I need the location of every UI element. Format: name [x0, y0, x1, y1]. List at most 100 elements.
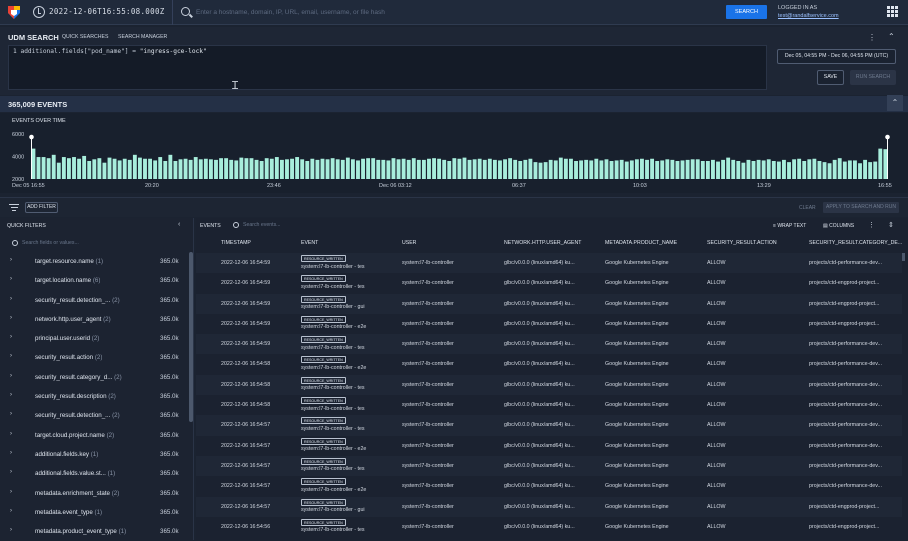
chart-bar[interactable]: [746, 159, 751, 179]
chart-bar[interactable]: [508, 158, 513, 179]
chevron-right-icon[interactable]: ›: [10, 527, 12, 533]
chart-bar[interactable]: [569, 158, 573, 179]
columns-button[interactable]: ▤ COLUMNS: [823, 223, 854, 229]
chart-bar[interactable]: [721, 159, 726, 179]
chart-bar[interactable]: [736, 161, 741, 179]
table-row[interactable]: 2022-12-06 16:54:57 RESOURCE_WRITTEN syste…: [196, 436, 902, 456]
chevron-right-icon[interactable]: ›: [10, 450, 12, 456]
chevron-left-icon[interactable]: ‹: [178, 221, 180, 228]
chevron-right-icon[interactable]: ›: [10, 489, 12, 495]
chart-bar[interactable]: [406, 159, 411, 179]
chart-bar[interactable]: [122, 158, 127, 179]
quick-filter-item[interactable]: › security_result.detection_... (2) 365.0k: [0, 406, 188, 425]
chart-bar[interactable]: [148, 158, 153, 179]
add-filter-button[interactable]: ADD FILTER: [25, 202, 58, 213]
chart-bar[interactable]: [558, 157, 563, 179]
table-row[interactable]: 2022-12-06 16:54:57 RESOURCE_WRITTEN syste…: [196, 415, 902, 436]
chart-bar[interactable]: [771, 161, 776, 179]
chart-bar[interactable]: [609, 161, 614, 179]
query-line[interactable]: 1 additional.fields["pod_name"] = "ingre…: [13, 48, 207, 55]
chart-bar[interactable]: [680, 160, 685, 179]
chevron-right-icon[interactable]: ›: [10, 469, 12, 475]
chart-bar[interactable]: [878, 148, 883, 179]
chart-bar[interactable]: [264, 158, 269, 179]
chart-bar[interactable]: [863, 159, 868, 179]
tab-events[interactable]: EVENTS: [200, 223, 221, 229]
chart-bar[interactable]: [335, 159, 340, 179]
chart-bar[interactable]: [538, 162, 543, 179]
range-handle[interactable]: [29, 134, 34, 140]
datetime-display[interactable]: 2022-12-06T16:55:08.000Z: [49, 7, 165, 16]
events-over-time-chart[interactable]: 600040002000Dec 05 16:55 20:20 23:46 Dec 06…: [0, 125, 908, 193]
query-editor[interactable]: 1 additional.fields["pod_name"] = "ingre…: [8, 45, 767, 90]
chart-bar[interactable]: [137, 157, 142, 179]
chart-bar[interactable]: [782, 159, 786, 179]
quick-filter-item[interactable]: › target.resource.name (1) 365.0k: [0, 252, 188, 271]
apply-and-run-button[interactable]: APPLY TO SEARCH AND RUN: [823, 202, 899, 213]
chart-bar[interactable]: [766, 159, 771, 179]
column-header[interactable]: SECURITY_RESULT.ACTION: [707, 240, 777, 246]
chart-bar[interactable]: [330, 158, 335, 179]
chart-bar[interactable]: [239, 157, 244, 179]
global-search-input[interactable]: [196, 5, 716, 20]
scrollbar[interactable]: [902, 253, 905, 261]
wrap-text-button[interactable]: ≡ WRAP TEXT: [773, 223, 806, 229]
chevron-right-icon[interactable]: ›: [10, 392, 12, 398]
chart-bar[interactable]: [792, 159, 797, 179]
apps-grid-icon[interactable]: [887, 6, 898, 17]
chart-bar[interactable]: [574, 161, 578, 179]
chart-bar[interactable]: [421, 159, 426, 179]
table-row[interactable]: 2022-12-06 16:54:58 RESOURCE_WRITTEN syste…: [196, 395, 902, 415]
chart-bar[interactable]: [92, 159, 97, 179]
chart-bar[interactable]: [117, 160, 122, 179]
chart-bar[interactable]: [391, 158, 396, 179]
chart-bar[interactable]: [731, 159, 736, 179]
chart-bar[interactable]: [705, 161, 710, 179]
chart-bar[interactable]: [563, 158, 568, 179]
chart-bar[interactable]: [523, 159, 528, 179]
chart-bar[interactable]: [224, 158, 229, 179]
save-button[interactable]: SAVE: [817, 70, 844, 85]
chart-bar[interactable]: [518, 161, 523, 179]
chart-bar[interactable]: [203, 158, 208, 179]
chevron-right-icon[interactable]: ›: [10, 353, 12, 359]
column-header[interactable]: METADATA.PRODUCT_NAME: [605, 240, 677, 246]
quick-filter-item[interactable]: › additional.fields.key (1) 365.0k: [0, 445, 188, 464]
chevron-up-icon[interactable]: ⌃: [887, 95, 903, 111]
chart-bar[interactable]: [183, 158, 188, 179]
quick-filter-item[interactable]: › security_result.category_d... (2) 365.0k: [0, 368, 188, 387]
chart-bar[interactable]: [787, 162, 791, 179]
chart-bar[interactable]: [112, 158, 117, 179]
chart-bar[interactable]: [716, 161, 720, 179]
chart-bar[interactable]: [822, 162, 827, 179]
chart-bar[interactable]: [285, 159, 289, 179]
chart-bar[interactable]: [812, 158, 817, 179]
chart-bar[interactable]: [36, 157, 41, 179]
chart-bar[interactable]: [107, 157, 112, 179]
chart-bar[interactable]: [254, 159, 259, 179]
chart-bar[interactable]: [361, 158, 365, 179]
chart-bar[interactable]: [457, 158, 462, 179]
chart-bar[interactable]: [660, 160, 665, 179]
chart-bar[interactable]: [31, 148, 36, 179]
chart-bar[interactable]: [188, 159, 193, 179]
chart-bar[interactable]: [498, 160, 502, 179]
chart-bar[interactable]: [685, 159, 690, 179]
chart-bar[interactable]: [492, 159, 497, 179]
scrollbar[interactable]: [189, 252, 193, 422]
chart-bar[interactable]: [482, 159, 487, 179]
chevron-right-icon[interactable]: ›: [10, 411, 12, 417]
chart-bar[interactable]: [325, 159, 330, 179]
quick-filter-item[interactable]: › network.http.user_agent (2) 365.0k: [0, 310, 188, 329]
chart-bar[interactable]: [802, 161, 807, 179]
chart-bar[interactable]: [432, 158, 436, 179]
quick-filter-item[interactable]: › metadata.event_type (1) 365.0k: [0, 503, 188, 522]
chart-bar[interactable]: [427, 158, 431, 179]
chart-bar[interactable]: [249, 158, 254, 179]
chart-bar[interactable]: [66, 158, 71, 179]
chart-bar[interactable]: [163, 161, 168, 179]
clear-button[interactable]: CLEAR: [799, 205, 816, 211]
chart-bar[interactable]: [827, 163, 832, 179]
logo-icon[interactable]: [7, 5, 21, 20]
chart-bar[interactable]: [51, 154, 56, 179]
